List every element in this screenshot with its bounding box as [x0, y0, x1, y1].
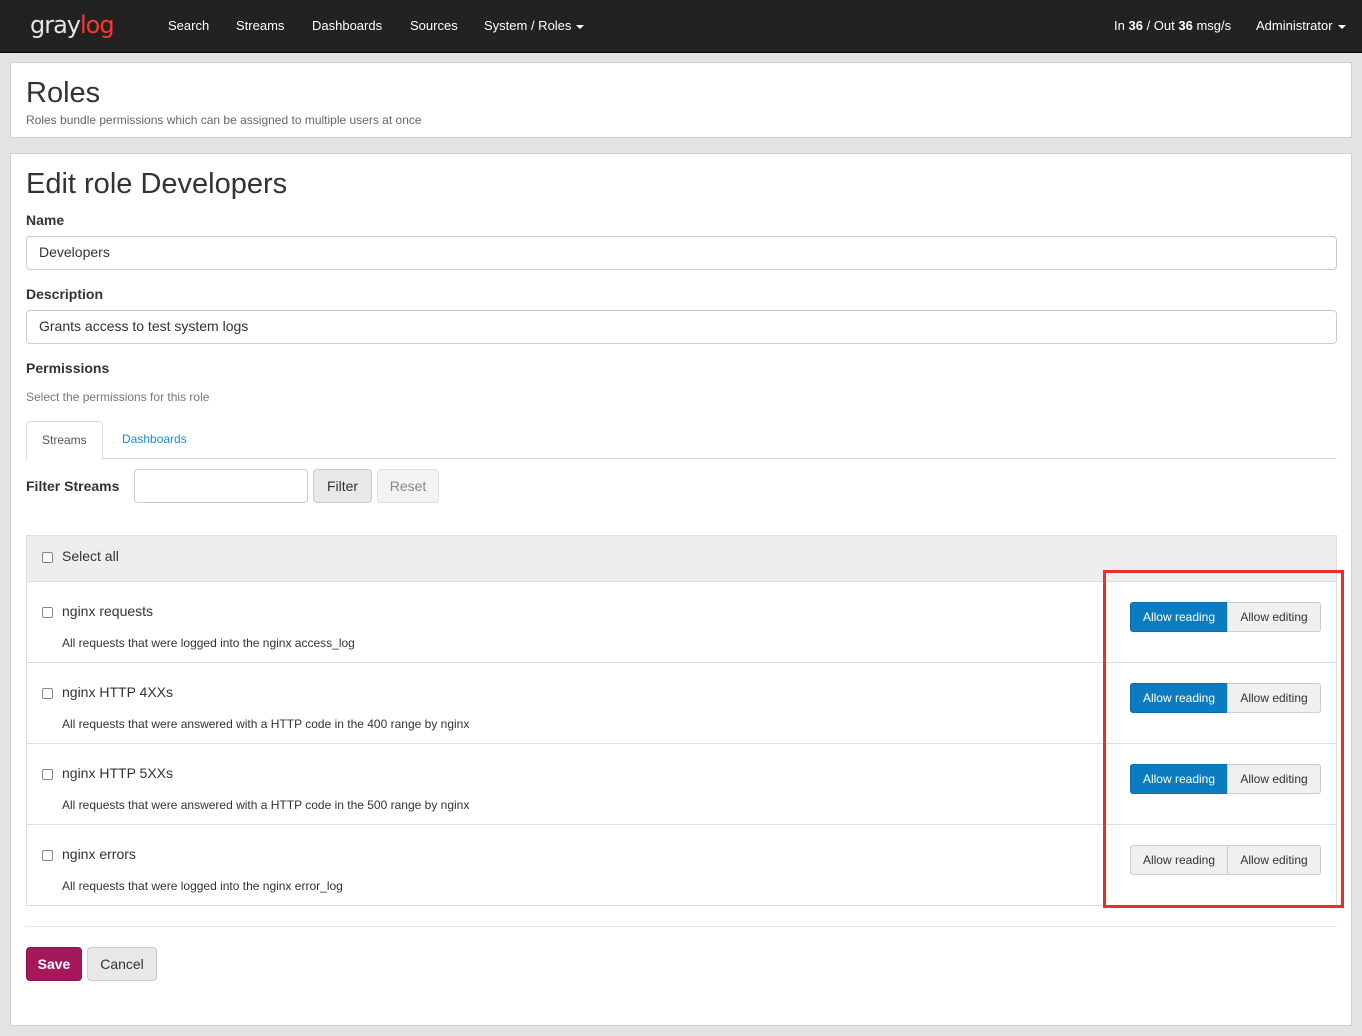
stream-row: nginx requests All requests that were lo… [27, 582, 1336, 663]
stream-title: nginx HTTP 4XXs [62, 684, 174, 700]
form-title: Edit role Developers [26, 168, 288, 200]
stream-description: All requests that were logged into the n… [62, 636, 355, 650]
cancel-button[interactable]: Cancel [87, 947, 157, 981]
select-all-label: Select all [62, 548, 119, 564]
name-field[interactable]: Developers [26, 236, 1337, 270]
page-header: Roles Roles bundle permissions which can… [10, 62, 1352, 138]
nav-sources[interactable]: Sources [410, 18, 458, 33]
tab-dashboards[interactable]: Dashboards [107, 421, 202, 460]
allow-editing-button[interactable]: Allow editing [1227, 845, 1321, 875]
form-divider [26, 926, 1337, 927]
description-label: Description [26, 286, 104, 302]
permission-button-group: Allow reading Allow editing [1130, 602, 1322, 632]
chevron-down-icon [576, 24, 585, 29]
tab-streams[interactable]: Streams [26, 421, 103, 460]
stream-row: nginx errors All requests that were logg… [27, 825, 1336, 906]
stream-row: nginx HTTP 4XXs All requests that were a… [27, 663, 1336, 744]
edit-role-panel: Edit role Developers Name Developers Des… [10, 153, 1352, 1026]
filter-button[interactable]: Filter [313, 469, 372, 503]
filter-streams-label: Filter Streams [26, 478, 120, 494]
select-all-checkbox[interactable] [42, 552, 53, 563]
stream-row: nginx HTTP 5XXs All requests that were a… [27, 744, 1336, 825]
allow-editing-button[interactable]: Allow editing [1227, 602, 1321, 632]
permissions-help: Select the permissions for this role [26, 390, 210, 404]
name-label: Name [26, 212, 65, 228]
nav-system-label: System / Roles [484, 18, 572, 33]
permission-button-group: Allow reading Allow editing [1130, 845, 1322, 875]
stream-description: All requests that were logged into the n… [62, 879, 343, 893]
stream-checkbox[interactable] [42, 688, 53, 699]
save-button[interactable]: Save [26, 947, 82, 981]
description-field[interactable]: Grants access to test system logs [26, 310, 1337, 344]
user-menu[interactable]: Administrator [1256, 18, 1346, 33]
list-header: Select all [27, 536, 1336, 582]
stream-description: All requests that were answered with a H… [62, 717, 470, 731]
permission-button-group: Allow reading Allow editing [1130, 683, 1322, 713]
nav-search[interactable]: Search [168, 18, 209, 33]
nav-streams[interactable]: Streams [236, 18, 284, 33]
allow-reading-button[interactable]: Allow reading [1130, 602, 1228, 632]
stream-checkbox[interactable] [42, 769, 53, 780]
allow-editing-button[interactable]: Allow editing [1227, 683, 1321, 713]
reset-button[interactable]: Reset [377, 469, 439, 503]
chevron-down-icon [1337, 24, 1346, 29]
graylog-logo[interactable]: graylog [30, 11, 115, 39]
page-title: Roles [26, 77, 101, 109]
stream-title: nginx HTTP 5XXs [62, 765, 174, 781]
nav-system-menu[interactable]: System / Roles [484, 18, 585, 33]
stream-checkbox[interactable] [42, 850, 53, 861]
allow-reading-button[interactable]: Allow reading [1130, 845, 1228, 875]
stream-title: nginx requests [62, 603, 154, 619]
allow-reading-button[interactable]: Allow reading [1130, 683, 1228, 713]
stream-checkbox[interactable] [42, 607, 53, 618]
allow-editing-button[interactable]: Allow editing [1227, 764, 1321, 794]
top-navbar: graylog Search Streams Dashboards Source… [0, 0, 1362, 53]
page-subtitle: Roles bundle permissions which can be as… [26, 113, 422, 127]
allow-reading-button[interactable]: Allow reading [1130, 764, 1228, 794]
permission-tabs: Streams Dashboards [26, 421, 1337, 460]
streams-list: Select all nginx requests All requests t… [26, 535, 1337, 906]
permissions-label: Permissions [26, 360, 110, 376]
throughput-indicator: In 36 / Out 36 msg/s [1114, 18, 1232, 33]
user-menu-label: Administrator [1256, 18, 1333, 33]
permission-button-group: Allow reading Allow editing [1130, 764, 1322, 794]
nav-dashboards[interactable]: Dashboards [312, 18, 382, 33]
stream-title: nginx errors [62, 846, 136, 862]
filter-streams-input[interactable] [134, 469, 308, 503]
stream-description: All requests that were answered with a H… [62, 798, 470, 812]
